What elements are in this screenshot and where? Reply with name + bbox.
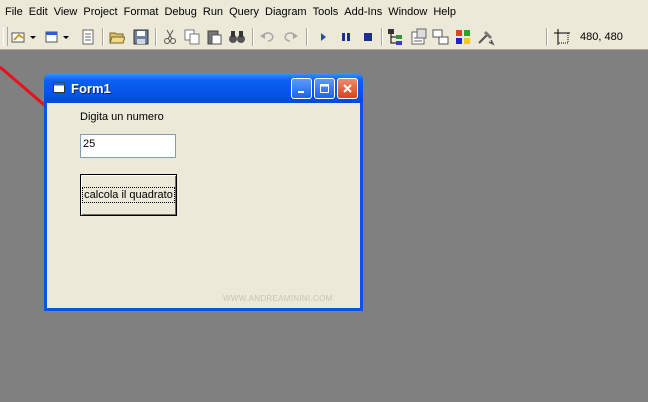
undo-button[interactable]: [257, 27, 277, 47]
form-layout-button[interactable]: [431, 27, 451, 47]
maximize-button[interactable]: [314, 78, 335, 99]
object-browser-icon: [456, 30, 470, 44]
redo-button[interactable]: [281, 27, 301, 47]
cut-button[interactable]: [160, 27, 180, 47]
number-input[interactable]: 25: [80, 134, 176, 158]
save-icon: [133, 29, 149, 45]
maximize-icon: [320, 84, 329, 93]
project-explorer-icon: [388, 29, 402, 45]
form-title: Form1: [71, 81, 111, 96]
properties-window-icon: [411, 28, 427, 45]
form-icon: [53, 82, 65, 96]
copy-icon: [184, 29, 200, 45]
form-layout-icon: [432, 29, 449, 45]
toolbox-icon: [478, 31, 495, 46]
calculate-square-button[interactable]: calcola il quadrato: [80, 174, 177, 216]
start-button[interactable]: [313, 27, 333, 47]
undo-icon: [260, 32, 274, 42]
open-project-button[interactable]: [107, 27, 127, 47]
minimize-button[interactable]: [291, 78, 312, 99]
menu-query[interactable]: Query: [226, 0, 262, 24]
break-icon: [342, 33, 350, 41]
paste-icon: [207, 30, 222, 45]
end-button[interactable]: [358, 27, 378, 47]
properties-window-button[interactable]: [409, 27, 429, 47]
menu-add-ins[interactable]: Add-Ins: [341, 0, 385, 24]
close-icon: [343, 84, 352, 93]
paste-button[interactable]: [204, 27, 224, 47]
calculate-square-button-label: calcola il quadrato: [82, 187, 175, 203]
project-explorer-button[interactable]: [386, 27, 406, 47]
save-project-button[interactable]: [131, 27, 151, 47]
menu-debug[interactable]: Debug: [161, 0, 199, 24]
toolbox-button[interactable]: [476, 27, 496, 47]
form-client-area: Digita un numero 25 calcola il quadrato …: [47, 103, 360, 308]
position-icon: [554, 29, 570, 48]
menu-tools[interactable]: Tools: [310, 0, 342, 24]
position-readout: 480, 480: [580, 31, 623, 43]
find-icon: [229, 31, 245, 43]
menu-format[interactable]: Format: [121, 0, 162, 24]
watermark: WWW.ANDREAMININI.COM: [223, 294, 333, 303]
menu-help[interactable]: Help: [430, 0, 459, 24]
start-icon: [321, 33, 326, 41]
minimize-icon: [298, 91, 304, 93]
form-window: Form1 Digita un numero 25 calcola il qua…: [44, 73, 363, 311]
find-button[interactable]: [227, 27, 247, 47]
break-button[interactable]: [336, 27, 356, 47]
menu-window[interactable]: Window: [385, 0, 430, 24]
cut-icon: [164, 29, 176, 44]
number-label: Digita un numero: [80, 111, 164, 123]
object-browser-button[interactable]: [453, 27, 473, 47]
form-titlebar[interactable]: Form1: [44, 73, 363, 103]
close-button[interactable]: [337, 78, 358, 99]
redo-icon: [284, 32, 298, 42]
menu-run[interactable]: Run: [200, 0, 226, 24]
open-icon: [109, 32, 125, 44]
copy-button[interactable]: [182, 27, 202, 47]
menu-diagram[interactable]: Diagram: [262, 0, 310, 24]
end-icon: [364, 33, 372, 41]
